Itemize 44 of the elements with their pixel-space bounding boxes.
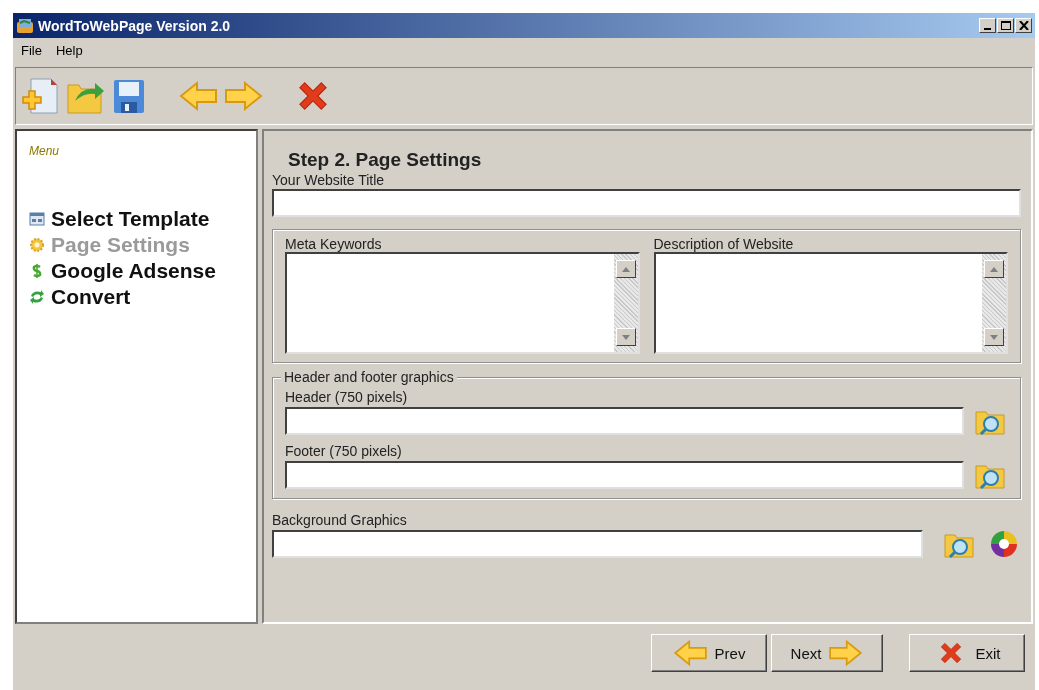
up-triangle-icon (621, 266, 630, 272)
maximize-button[interactable] (997, 18, 1014, 33)
field-label: Your Website Title (272, 172, 385, 188)
keywords-field[interactable] (285, 252, 640, 354)
field-label: Footer (750 pixels) (285, 443, 402, 459)
sidebar-item[interactable]: Convert (29, 285, 131, 309)
up-triangle-icon (990, 266, 998, 272)
close-button[interactable] (1015, 18, 1032, 33)
description-field[interactable] (653, 252, 1008, 354)
sidebar-item[interactable]: Select Template (29, 207, 210, 231)
step-title: Step 2. Page Settings (288, 149, 483, 171)
scroll-down-button[interactable] (984, 328, 1004, 346)
sidebar-item[interactable]: Google Adsense (29, 259, 216, 283)
footer-field[interactable] (285, 461, 964, 489)
refresh-icon (29, 289, 45, 305)
field-label: Header (750 pixels) (285, 389, 408, 405)
scroll-up-button[interactable] (984, 260, 1004, 278)
window-title: WordToWebPage Version 2.0 (38, 17, 232, 34)
website-title-field[interactable] (272, 189, 1021, 217)
next-button[interactable]: Next (771, 634, 883, 672)
app-icon (16, 17, 34, 34)
close-icon (1018, 21, 1029, 30)
menu-item[interactable]: File (19, 42, 44, 59)
maximize-icon (1000, 21, 1011, 30)
minimize-icon (984, 27, 991, 30)
prev-button[interactable]: Prev (651, 634, 767, 672)
field-label: Meta Keywords (285, 236, 383, 252)
down-triangle-icon (990, 334, 998, 340)
header-field[interactable] (285, 407, 964, 435)
exit-button[interactable]: Exit (909, 634, 1025, 672)
scroll-down-button[interactable] (615, 328, 636, 346)
group-title: Header and footer graphics (281, 369, 457, 385)
scrollbar[interactable] (982, 254, 1006, 352)
field-label: Background Graphics (272, 512, 407, 528)
gear-icon (29, 237, 45, 253)
menu-item[interactable]: Help (53, 42, 85, 59)
field-label: Description of Website (653, 236, 795, 252)
minimize-button[interactable] (979, 18, 996, 33)
background-field[interactable] (272, 530, 923, 558)
scrollbar[interactable] (613, 254, 638, 352)
sidebar-header: Menu (29, 144, 60, 158)
window-icon (29, 211, 45, 227)
down-triangle-icon (621, 334, 630, 340)
scroll-up-button[interactable] (615, 260, 636, 278)
